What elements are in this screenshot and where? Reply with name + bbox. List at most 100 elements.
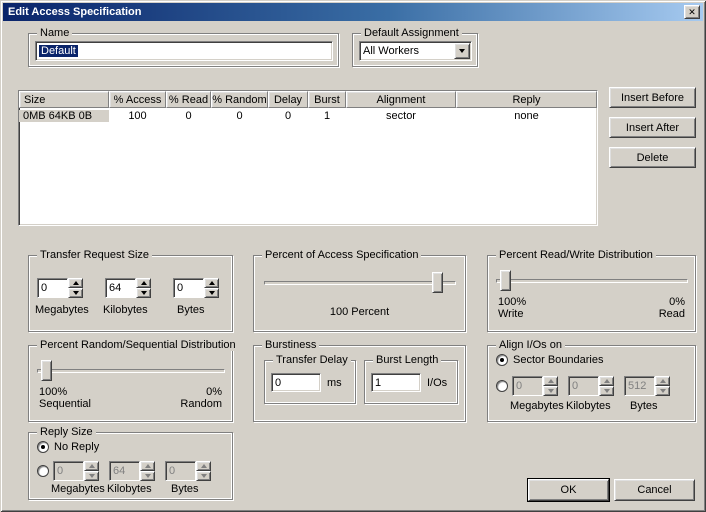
kilobytes-label: Kilobytes xyxy=(566,400,611,412)
spinner-value: 512 xyxy=(624,376,655,396)
delete-button[interactable]: Delete xyxy=(609,147,696,168)
column-header-reply[interactable]: Reply xyxy=(456,91,597,108)
transfer-delay-input[interactable]: 0 xyxy=(271,373,321,392)
arrow-up-icon xyxy=(73,281,79,285)
spin-down-button xyxy=(84,471,99,481)
megabytes-label: Megabytes xyxy=(510,400,564,412)
radio-icon xyxy=(37,465,49,477)
no-reply-label: No Reply xyxy=(54,441,99,453)
default-assignment-label: Default Assignment xyxy=(361,27,462,39)
trs-bytes-spinner[interactable]: 0 xyxy=(173,278,219,298)
megabytes-label: Megabytes xyxy=(51,483,105,495)
spinner-value[interactable]: 0 xyxy=(37,278,68,298)
percent-access-value: 100 Percent xyxy=(254,306,465,318)
trs-megabytes-spinner[interactable]: 0 xyxy=(37,278,83,298)
burst-length-group: Burst Length 1 I/Os xyxy=(364,360,458,404)
transfer-delay-unit: ms xyxy=(327,377,342,389)
dropdown-button[interactable] xyxy=(454,43,470,59)
spinner-value[interactable]: 64 xyxy=(105,278,136,298)
burstiness-label: Burstiness xyxy=(262,339,319,351)
spin-up-button[interactable] xyxy=(136,278,151,288)
write-label: Write xyxy=(498,308,523,320)
reply-megabytes-spinner: 0 xyxy=(53,461,99,481)
insert-after-button[interactable]: Insert After xyxy=(609,117,696,138)
column-header-delay[interactable]: Delay xyxy=(268,91,308,108)
read-write-label: Percent Read/Write Distribution xyxy=(496,249,656,261)
random-sequential-label: Percent Random/Sequential Distribution xyxy=(37,339,239,351)
spin-down-button[interactable] xyxy=(68,288,83,298)
table-row[interactable]: 0MB 64KB 0B 100 0 0 0 1 sector none xyxy=(19,108,597,124)
cell-reply: none xyxy=(456,110,597,122)
spinner-value[interactable]: 0 xyxy=(173,278,204,298)
column-header-read[interactable]: % Read xyxy=(166,91,211,108)
spinner-value: 0 xyxy=(165,461,196,481)
random-sequential-slider[interactable] xyxy=(37,360,225,381)
name-group-label: Name xyxy=(37,27,72,39)
arrow-down-icon xyxy=(73,291,79,295)
radio-icon xyxy=(37,441,49,453)
slider-thumb[interactable] xyxy=(41,360,52,381)
transfer-request-size-label: Transfer Request Size xyxy=(37,249,152,261)
chevron-down-icon xyxy=(459,49,465,53)
spin-up-button[interactable] xyxy=(204,278,219,288)
ok-button[interactable]: OK xyxy=(528,479,609,501)
burst-length-input[interactable]: 1 xyxy=(371,373,421,392)
column-header-random[interactable]: % Random xyxy=(211,91,268,108)
trs-kilobytes-spinner[interactable]: 64 xyxy=(105,278,151,298)
default-assignment-value: All Workers xyxy=(363,45,419,57)
percent-access-slider[interactable] xyxy=(264,272,456,293)
align-ios-group: Align I/Os on Sector Boundaries 0 0 512 xyxy=(487,345,696,422)
arrow-down-icon xyxy=(548,389,554,393)
access-spec-table[interactable]: Size % Access % Read % Random Delay Burs… xyxy=(18,90,598,226)
burstiness-group: Burstiness Transfer Delay 0 ms Burst Len… xyxy=(253,345,466,422)
titlebar[interactable]: Edit Access Specification ✕ xyxy=(3,3,703,21)
spinner-value: 0 xyxy=(512,376,543,396)
spin-up-button xyxy=(599,376,614,386)
cell-alignment: sector xyxy=(346,110,456,122)
no-reply-radio[interactable]: No Reply xyxy=(37,441,99,453)
sector-boundaries-radio[interactable]: Sector Boundaries xyxy=(496,354,604,366)
reply-kilobytes-spinner: 64 xyxy=(109,461,155,481)
slider-thumb[interactable] xyxy=(500,270,511,291)
arrow-up-icon xyxy=(145,464,151,468)
default-assignment-group: Default Assignment All Workers xyxy=(352,33,478,67)
spinner-value: 64 xyxy=(109,461,140,481)
radio-icon xyxy=(496,354,508,366)
spin-down-button xyxy=(655,386,670,396)
name-input-value: Default xyxy=(39,45,78,57)
transfer-delay-label: Transfer Delay xyxy=(273,354,351,366)
sequential-label: Sequential xyxy=(39,398,91,410)
spin-down-button[interactable] xyxy=(204,288,219,298)
align-size-radio[interactable] xyxy=(496,380,508,392)
reply-size-radio[interactable] xyxy=(37,465,49,477)
kilobytes-label: Kilobytes xyxy=(103,304,148,316)
read-write-slider[interactable] xyxy=(496,270,688,291)
column-header-access[interactable]: % Access xyxy=(109,91,166,108)
read-percent: 0% xyxy=(669,296,685,308)
spin-up-button xyxy=(655,376,670,386)
default-assignment-select[interactable]: All Workers xyxy=(359,41,472,61)
column-header-alignment[interactable]: Alignment xyxy=(346,91,456,108)
slider-thumb[interactable] xyxy=(432,272,443,293)
arrow-up-icon xyxy=(141,281,147,285)
cell-delay: 0 xyxy=(268,110,308,122)
arrow-down-icon xyxy=(660,389,666,393)
cancel-button[interactable]: Cancel xyxy=(614,479,695,501)
arrow-down-icon xyxy=(89,474,95,478)
column-header-size[interactable]: Size xyxy=(19,91,109,108)
insert-before-button[interactable]: Insert Before xyxy=(609,87,696,108)
random-label: Random xyxy=(180,398,222,410)
percent-access-label: Percent of Access Specification xyxy=(262,249,421,261)
spin-up-button[interactable] xyxy=(68,278,83,288)
write-percent: 100% xyxy=(498,296,526,308)
spinner-value: 0 xyxy=(53,461,84,481)
column-header-burst[interactable]: Burst xyxy=(308,91,346,108)
cell-size: 0MB 64KB 0B xyxy=(19,110,109,122)
name-group: Name Default xyxy=(28,33,339,67)
name-input[interactable]: Default xyxy=(35,41,333,61)
arrow-down-icon xyxy=(209,291,215,295)
arrow-up-icon xyxy=(89,464,95,468)
spin-down-button[interactable] xyxy=(136,288,151,298)
cell-access: 100 xyxy=(109,110,166,122)
close-button[interactable]: ✕ xyxy=(684,5,700,19)
